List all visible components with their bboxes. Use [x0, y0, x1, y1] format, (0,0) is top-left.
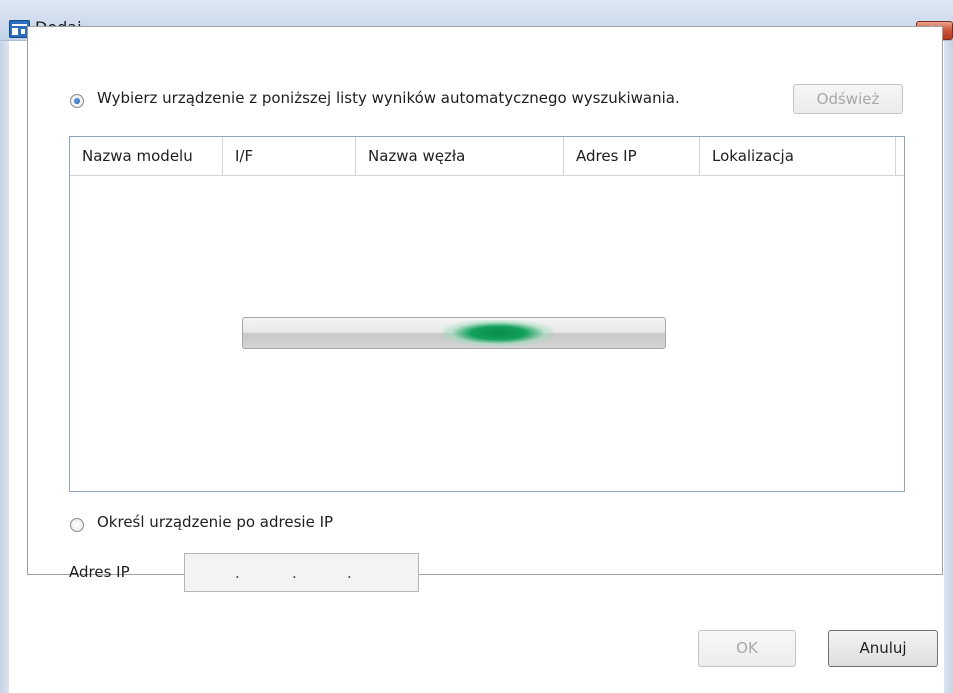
column-header-interface[interactable]: I/F: [223, 137, 356, 175]
ip-address-field[interactable]: . . .: [184, 553, 419, 592]
auto-search-label[interactable]: Wybierz urządzenie z poniższej listy wyn…: [97, 89, 680, 107]
ip-address-label: Adres IP: [69, 563, 130, 581]
column-header-ip-address[interactable]: Adres IP: [564, 137, 700, 175]
refresh-button[interactable]: Odśwież: [793, 84, 903, 114]
search-progress-bar: [242, 317, 666, 349]
window-border-left: [0, 0, 9, 693]
ok-button[interactable]: OK: [698, 630, 796, 667]
ip-separator: .: [292, 564, 297, 582]
manual-ip-label[interactable]: Określ urządzenie po adresie IP: [97, 513, 333, 531]
column-header-location[interactable]: Lokalizacja: [700, 137, 896, 175]
ip-separator: .: [235, 564, 240, 582]
column-header-model[interactable]: Nazwa modelu: [70, 137, 223, 175]
manual-ip-radio[interactable]: [70, 518, 84, 532]
auto-search-radio[interactable]: [70, 94, 84, 108]
device-list[interactable]: Nazwa modelu I/F Nazwa węzła Adres IP Lo…: [69, 136, 905, 492]
device-list-header: Nazwa modelu I/F Nazwa węzła Adres IP Lo…: [70, 137, 904, 176]
column-header-node-name[interactable]: Nazwa węzła: [356, 137, 564, 175]
cancel-button[interactable]: Anuluj: [828, 630, 938, 667]
ip-separator: .: [347, 564, 352, 582]
progress-indicator: [443, 320, 553, 346]
window-border-right: [944, 0, 953, 693]
